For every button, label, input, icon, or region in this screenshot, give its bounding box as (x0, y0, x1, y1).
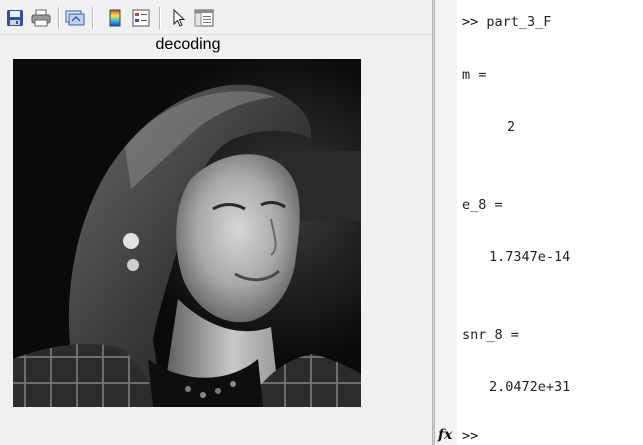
plot-browser-icon[interactable] (193, 7, 215, 29)
output-line: e_8 = (462, 197, 503, 213)
toolbar-separator (159, 7, 161, 29)
output-value: 1.7347e-14 (489, 249, 571, 265)
colorbar-icon[interactable] (104, 7, 126, 29)
command-prompt-input[interactable]: >> (462, 428, 478, 444)
toolbar-separator (58, 7, 60, 29)
axes-title: decoding (155, 36, 221, 53)
output-value: 2 (507, 119, 516, 135)
command-prompt: >> (462, 14, 479, 30)
command-window[interactable]: >> part_3_F m = 2 e_8 = 1.7347e-14 snr_8… (435, 0, 643, 445)
output-line: m = (462, 67, 487, 83)
edit-plot-icon[interactable] (168, 7, 190, 29)
legend-icon[interactable] (130, 7, 152, 29)
command-gutter (435, 0, 457, 445)
decoded-image (13, 59, 361, 407)
output-value: 2.0472e+31 (489, 379, 571, 395)
function-browser-icon[interactable]: fx (438, 427, 452, 443)
link-figure-icon[interactable] (64, 7, 86, 29)
output-line: snr_8 = (462, 327, 519, 343)
figure-toolbar (0, 0, 432, 35)
toolbar-separator (92, 7, 94, 29)
print-icon[interactable] (30, 7, 52, 29)
save-icon[interactable] (4, 7, 26, 29)
figure-window: decoding (0, 0, 432, 445)
command-line: >> part_3_F (462, 14, 551, 30)
command-text: part_3_F (486, 14, 552, 30)
